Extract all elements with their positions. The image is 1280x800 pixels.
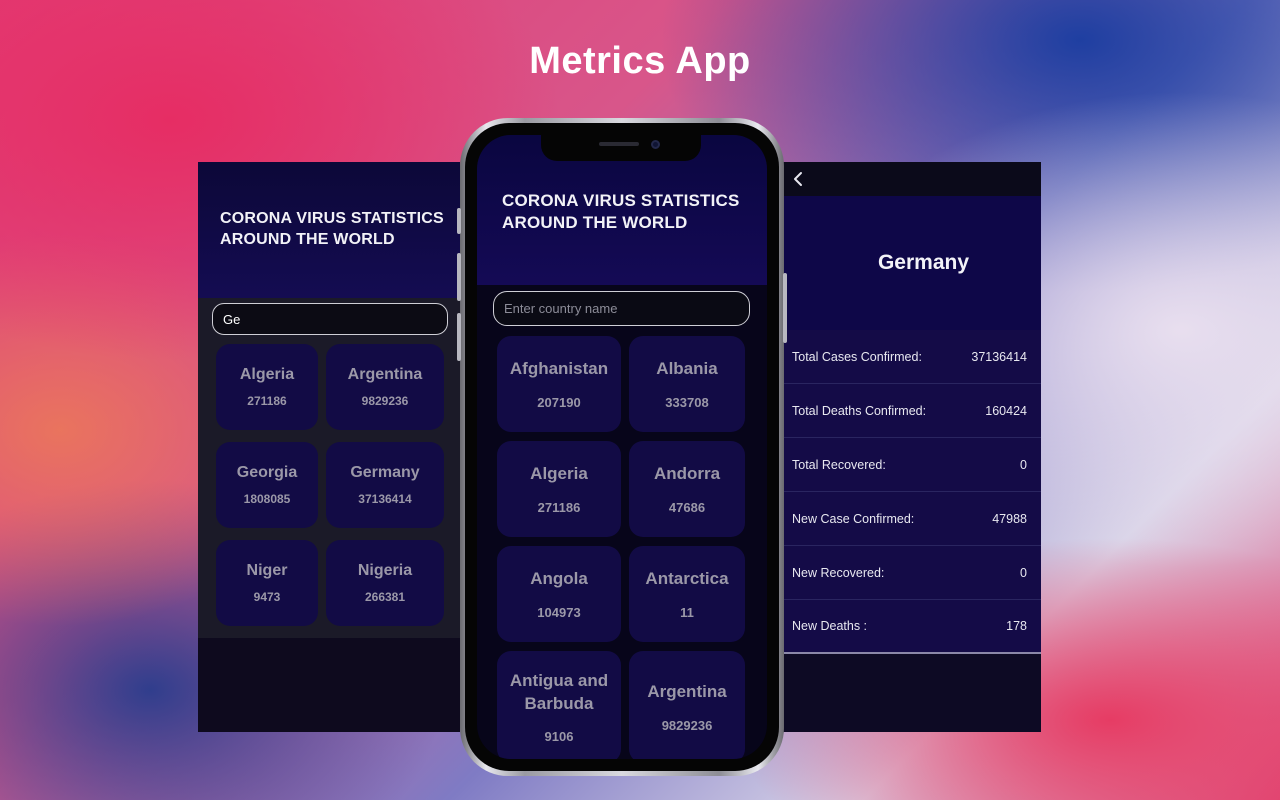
country-name: Argentina	[347, 366, 423, 383]
speaker-grille	[599, 142, 639, 146]
country-count: 11	[680, 604, 694, 620]
country-card[interactable]: Albania 333708	[629, 336, 745, 432]
country-grid: Algeria 271186 Argentina 9829236 Georgia…	[216, 344, 444, 626]
screen-header: CORONA VIRUS STATISTICS AROUND THE WORLD	[198, 162, 460, 298]
country-name: Algeria	[530, 464, 588, 484]
camera-icon	[651, 140, 660, 149]
country-card[interactable]: Argentina 9829236	[629, 651, 745, 759]
country-name: Antarctica	[645, 569, 729, 589]
country-count: 37136414	[358, 492, 412, 506]
phone-bezel: CORONA VIRUS STATISTICS AROUND THE WORLD…	[465, 123, 779, 771]
search-results-screen: CORONA VIRUS STATISTICS AROUND THE WORLD…	[198, 162, 460, 732]
country-card[interactable]: Argentina 9829236	[326, 344, 444, 430]
screen-title: CORONA VIRUS STATISTICS AROUND THE WORLD	[220, 210, 444, 248]
country-search-input[interactable]	[212, 303, 448, 335]
country-name: Nigeria	[357, 562, 413, 579]
country-count: 9829236	[661, 717, 713, 733]
country-name: Albania	[656, 359, 718, 379]
stat-value: 178	[1006, 619, 1027, 633]
country-card[interactable]: Germany 37136414	[326, 442, 444, 528]
stat-row: Total Cases Confirmed: 37136414	[782, 330, 1041, 384]
country-name: Algeria	[239, 366, 295, 383]
stat-value: 0	[1020, 457, 1027, 472]
country-name: Germany	[350, 464, 420, 481]
stat-value: 37136414	[971, 349, 1027, 364]
stat-row: New Case Confirmed: 47988	[782, 492, 1041, 546]
country-count: 47686	[668, 499, 706, 515]
country-hero: Germany	[782, 196, 1041, 330]
country-card[interactable]: Niger 9473	[216, 540, 318, 626]
country-card[interactable]: Angola 104973	[497, 546, 621, 642]
country-details-screen: Germany Total Cases Confirmed: 37136414 …	[782, 162, 1041, 732]
app-title: Metrics App	[529, 40, 751, 82]
country-count: 207190	[537, 394, 581, 410]
stat-value: 160424	[985, 403, 1027, 418]
phone-mockup: CORONA VIRUS STATISTICS AROUND THE WORLD…	[457, 118, 787, 776]
phone-notch	[541, 135, 701, 161]
stat-label: New Case Confirmed:	[792, 511, 915, 526]
country-card[interactable]: Antarctica 11	[629, 546, 745, 642]
stat-label: Total Cases Confirmed:	[792, 349, 922, 364]
country-count: 266381	[364, 590, 406, 604]
country-card[interactable]: Algeria 271186	[497, 441, 621, 537]
country-name: Georgia	[236, 464, 298, 481]
stat-row: New Recovered: 0	[782, 546, 1041, 600]
stat-row: Total Recovered: 0	[782, 438, 1041, 492]
country-name: Argentina	[647, 682, 727, 702]
country-count: 9473	[253, 590, 281, 604]
stat-label: Total Deaths Confirmed:	[792, 403, 927, 418]
stat-value: 47988	[992, 511, 1027, 526]
volume-up-button	[457, 253, 461, 301]
country-count: 104973	[537, 604, 581, 620]
volume-down-button	[457, 313, 461, 361]
top-bar	[782, 162, 1041, 196]
country-count: 271186	[247, 394, 287, 408]
country-count: 271186	[537, 499, 581, 515]
country-count: 9829236	[361, 394, 409, 408]
country-card[interactable]: Antigua and Barbuda 9106	[497, 651, 621, 759]
country-count: 1808085	[243, 492, 291, 506]
stats-list: Total Cases Confirmed: 37136414 Total De…	[782, 330, 1041, 654]
stat-label: Total Recovered:	[792, 457, 886, 472]
country-title: Germany	[877, 251, 970, 274]
country-count: 9106	[544, 729, 574, 745]
country-card[interactable]: Andorra 47686	[629, 441, 745, 537]
country-card[interactable]: Georgia 1808085	[216, 442, 318, 528]
country-count: 333708	[665, 394, 709, 410]
country-name: Niger	[246, 562, 288, 579]
country-name: Afghanistan	[509, 359, 609, 379]
country-card[interactable]: Algeria 271186	[216, 344, 318, 430]
chevron-left-icon[interactable]	[790, 171, 806, 187]
stat-row: Total Deaths Confirmed: 160424	[782, 384, 1041, 438]
mute-switch	[457, 208, 461, 234]
screen-title: CORONA VIRUS STATISTICS AROUND THE WORLD	[502, 191, 740, 233]
country-name: Antigua and Barbuda	[509, 670, 609, 713]
country-card[interactable]: Nigeria 266381	[326, 540, 444, 626]
country-grid: Afghanistan 207190 Albania 333708 Algeri…	[497, 336, 745, 759]
stat-label: New Recovered:	[792, 565, 885, 580]
country-name: Andorra	[653, 464, 721, 484]
country-name: Angola	[530, 569, 588, 589]
stat-value: 0	[1020, 565, 1027, 580]
country-card[interactable]: Afghanistan 207190	[497, 336, 621, 432]
country-search-input[interactable]	[493, 291, 750, 326]
country-list-screen: CORONA VIRUS STATISTICS AROUND THE WORLD…	[477, 135, 767, 759]
power-button	[783, 273, 787, 343]
stat-row: New Deaths : 178	[782, 600, 1041, 654]
stat-label: New Deaths :	[792, 619, 868, 633]
